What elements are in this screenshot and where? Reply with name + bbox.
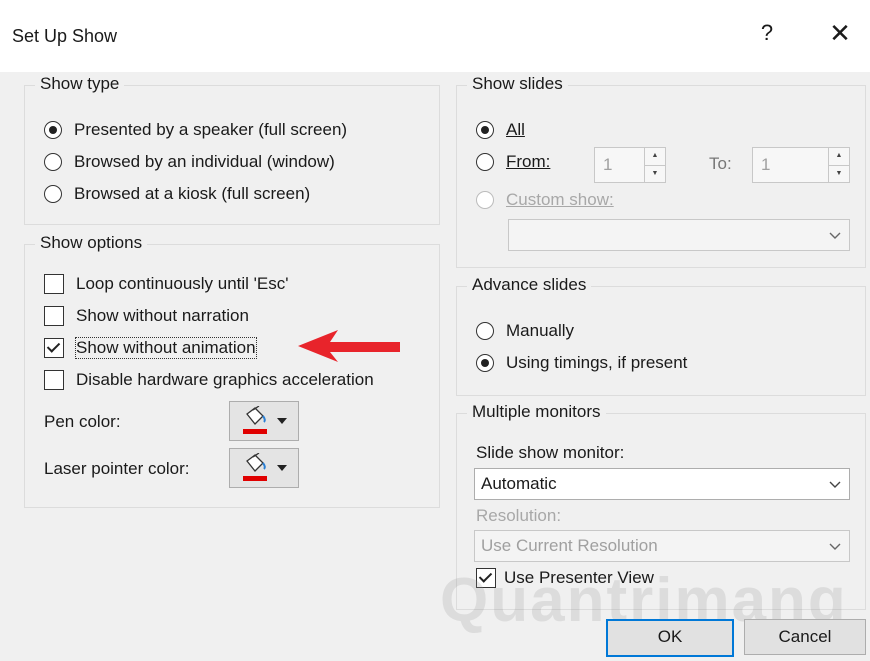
check-show-without-animation[interactable]: Show without animation [44,337,257,359]
chevron-down-icon[interactable] [821,469,849,499]
radio-button[interactable] [476,121,494,139]
spin-down-icon[interactable]: ▼ [645,164,665,183]
radio-label: All [506,120,525,139]
checkbox-label: Disable hardware graphics acceleration [76,370,374,389]
radio-from-slide[interactable]: From: [476,152,550,172]
radio-label: Browsed by an individual (window) [74,152,335,171]
checkbox-label: Show without narration [76,306,249,325]
red-arrow-annotation [298,330,400,362]
help-button[interactable]: ? [752,18,782,48]
multiple-monitors-legend: Multiple monitors [467,402,606,422]
paint-bucket-icon [243,406,267,434]
checkbox[interactable] [44,306,64,326]
radio-browsed-at-kiosk[interactable]: Browsed at a kiosk (full screen) [44,184,310,204]
radio-custom-show[interactable]: Custom show: [476,190,614,210]
check-disable-hardware-acceleration[interactable]: Disable hardware graphics acceleration [44,370,374,390]
radio-button[interactable] [476,191,494,209]
dialog-title: Set Up Show [12,26,118,46]
slide-show-monitor-label: Slide show monitor: [476,443,625,462]
radio-label: Using timings, if present [506,353,688,372]
radio-browsed-by-individual[interactable]: Browsed by an individual (window) [44,152,335,172]
radio-manually[interactable]: Manually [476,321,574,341]
check-use-presenter-view[interactable]: Use Presenter View [476,568,654,588]
radio-button[interactable] [476,322,494,340]
to-slide-spinner[interactable]: 1 ▲ ▼ [752,147,850,183]
check-show-without-narration[interactable]: Show without narration [44,306,249,326]
radio-all-slides[interactable]: All [476,120,525,140]
advance-slides-group: Advance slides [456,275,866,396]
slide-show-monitor-dropdown[interactable]: Automatic [474,468,850,500]
from-slide-value: 1 [603,155,613,174]
set-up-show-dialog: Set Up Show ? ✕ Show type Presented by a… [0,0,870,661]
show-type-legend: Show type [35,74,125,94]
to-slide-value: 1 [761,155,771,174]
from-slide-spinner[interactable]: 1 ▲ ▼ [594,147,666,183]
spin-up-icon[interactable]: ▲ [645,148,665,165]
dropdown-triangle-icon [277,465,287,471]
radio-presented-by-speaker[interactable]: Presented by a speaker (full screen) [44,120,347,140]
chevron-down-icon[interactable] [821,531,849,561]
check-loop-continuously[interactable]: Loop continuously until 'Esc' [44,274,289,294]
radio-button[interactable] [44,121,62,139]
paint-bucket-icon [243,453,267,481]
title-bar: Set Up Show ? ✕ [0,0,870,72]
radio-label: From: [506,152,551,171]
checkbox-label: Loop continuously until 'Esc' [76,274,289,293]
radio-label: Custom show: [506,190,614,209]
laser-color-button[interactable] [229,448,299,488]
radio-button[interactable] [44,185,62,203]
advance-slides-legend: Advance slides [467,275,592,295]
checkbox-label: Use Presenter View [504,568,654,587]
laser-color-swatch [243,476,267,481]
radio-label: Manually [506,321,575,340]
radio-label: Presented by a speaker (full screen) [74,120,348,139]
custom-show-dropdown[interactable] [508,219,850,251]
resolution-dropdown[interactable]: Use Current Resolution [474,530,850,562]
close-button[interactable]: ✕ [825,18,855,48]
radio-button[interactable] [44,153,62,171]
spin-down-icon[interactable]: ▼ [829,164,849,183]
pen-color-button[interactable] [229,401,299,441]
resolution-value: Use Current Resolution [481,536,658,555]
dropdown-triangle-icon [277,418,287,424]
chevron-down-icon[interactable] [821,220,849,250]
show-slides-legend: Show slides [467,74,568,94]
checkbox[interactable] [44,274,64,294]
pen-color-swatch [243,429,267,434]
pen-color-label: Pen color: [44,412,121,431]
to-label: To: [709,154,732,173]
radio-button[interactable] [476,354,494,372]
ok-button[interactable]: OK [606,619,734,657]
checkbox[interactable] [44,370,64,390]
checkbox[interactable] [44,338,64,358]
checkbox-label: Show without animation [75,337,257,359]
radio-label: Browsed at a kiosk (full screen) [74,184,311,203]
spin-up-icon[interactable]: ▲ [829,148,849,165]
radio-using-timings[interactable]: Using timings, if present [476,353,687,373]
laser-color-label: Laser pointer color: [44,459,190,478]
cancel-button[interactable]: Cancel [744,619,866,655]
resolution-label: Resolution: [476,506,562,525]
checkbox[interactable] [476,568,496,588]
slide-show-monitor-value: Automatic [481,474,557,493]
radio-button[interactable] [476,153,494,171]
show-options-legend: Show options [35,233,148,253]
